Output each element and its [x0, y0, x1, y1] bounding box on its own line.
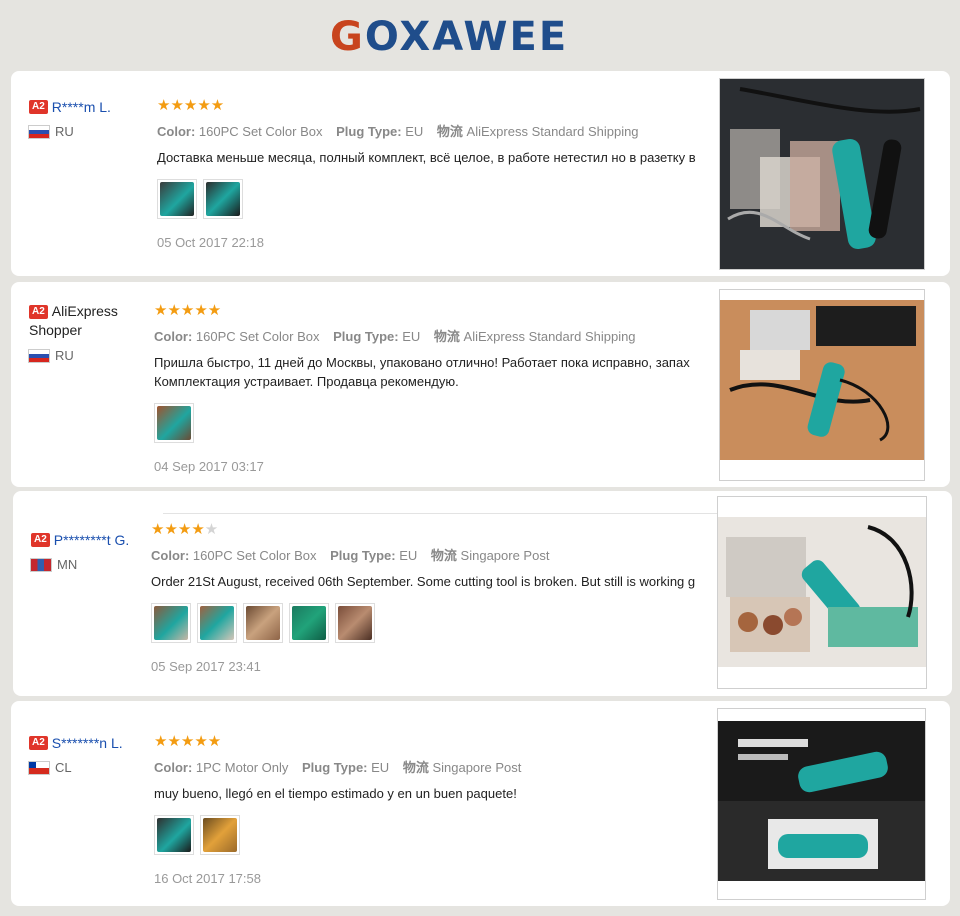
review-content: ★★★★★ Color: 160PC Set Color Box Plug Ty…: [151, 521, 712, 674]
review-photo-thumbnail[interactable]: [197, 603, 237, 643]
review-thumbnails: [151, 603, 712, 643]
order-info: Color: 1PC Motor Only Plug Type: EU 物流 S…: [154, 757, 710, 776]
grinder-kit-photo-icon: [720, 79, 924, 269]
plug-value: EU: [371, 760, 390, 775]
shipping-label: 物流: [436, 124, 463, 139]
star-rating: ★★★★★: [154, 302, 222, 319]
review-photo-thumbnail[interactable]: [243, 603, 283, 643]
reviewer-name[interactable]: S*******n L.: [52, 735, 123, 751]
russia-flag-icon: [29, 125, 49, 138]
reviewer-info: A2 AliExpress Shopper RU: [29, 302, 129, 363]
review-photo-thumbnail[interactable]: [154, 815, 194, 855]
review-card: A2 AliExpress Shopper RU ★★★★★ Color: 160…: [11, 282, 950, 487]
review-content: ★★★★★ Color: 160PC Set Color Box Plug Ty…: [154, 302, 710, 474]
color-value: 160PC Set Color Box: [195, 329, 320, 344]
review-card: A2 S*******n L. CL ★★★★★ Color: 1PC Motor…: [11, 701, 950, 906]
reviewer-info: A2 R****m L. RU: [29, 98, 139, 139]
logo-first-letter: G: [330, 14, 365, 60]
review-photo-thumbnail[interactable]: [200, 815, 240, 855]
review-content: ★★★★★ Color: 1PC Motor Only Plug Type: E…: [154, 733, 710, 886]
plug-label: Plug Type:: [302, 760, 368, 775]
review-text: Пришла быстро, 11 дней до Москвы, упаков…: [154, 355, 690, 389]
chile-flag-icon: [29, 761, 49, 774]
review-text: Доставка меньше месяца, полный комплект,…: [157, 150, 696, 165]
review-thumbnails: [154, 403, 710, 443]
review-main-photo[interactable]: [719, 289, 925, 481]
order-info: Color: 160PC Set Color Box Plug Type: EU…: [157, 121, 710, 140]
reviewer-country: RU: [29, 124, 139, 139]
review-date: 05 Sep 2017 23:41: [151, 659, 261, 674]
card-divider: [163, 513, 732, 514]
plug-value: EU: [405, 124, 424, 139]
country-code: CL: [55, 760, 72, 775]
star-rating: ★★★★★: [157, 97, 225, 114]
star-rating: ★★★★★: [151, 521, 219, 538]
review-content: ★★★★★ Color: 160PC Set Color Box Plug Ty…: [157, 97, 710, 250]
mongolia-flag-icon: [31, 558, 51, 571]
review-photo-thumbnail[interactable]: [203, 179, 243, 219]
reviewer-name[interactable]: R****m L.: [52, 99, 111, 115]
logo-text: OXAWEE: [364, 14, 569, 60]
review-photo-thumbnail[interactable]: [154, 403, 194, 443]
review-date: 05 Oct 2017 22:18: [157, 235, 264, 250]
review-date: 04 Sep 2017 03:17: [154, 459, 264, 474]
buyer-level-badge: A2: [31, 532, 50, 547]
plug-label: Plug Type:: [333, 329, 399, 344]
color-value: 160PC Set Color Box: [198, 124, 323, 139]
review-main-photo[interactable]: [717, 708, 926, 900]
order-info: Color: 160PC Set Color Box Plug Type: EU…: [151, 545, 712, 564]
review-photo-thumbnail[interactable]: [157, 179, 197, 219]
grinder-on-table-photo-icon: [720, 290, 924, 480]
review-photo-thumbnail[interactable]: [151, 603, 191, 643]
reviewer-info: A2 P********t G. MN: [31, 531, 141, 572]
review-text: Order 21St August, received 06th Septemb…: [151, 574, 696, 589]
color-value: 160PC Set Color Box: [192, 548, 317, 563]
reviewer-name[interactable]: P********t G.: [54, 532, 129, 548]
color-value: 1PC Motor Only: [195, 760, 289, 775]
plug-label: Plug Type:: [330, 548, 396, 563]
grinder-accessories-photo-icon: [718, 497, 926, 688]
brand-logo: G OXAWEE: [330, 14, 568, 60]
country-code: MN: [57, 557, 78, 572]
color-label: Color:: [157, 124, 196, 139]
shipping-label: 物流: [430, 548, 457, 563]
review-card: A2 P********t G. MN ★★★★★ Color: 160PC Se…: [13, 491, 952, 696]
review-photo-thumbnail[interactable]: [335, 603, 375, 643]
color-label: Color:: [151, 548, 190, 563]
plug-label: Plug Type:: [336, 124, 402, 139]
review-text: muy bueno, llegó en el tiempo estimado y…: [154, 786, 517, 801]
review-thumbnails: [154, 815, 710, 855]
plug-value: EU: [399, 548, 418, 563]
review-photo-thumbnail[interactable]: [289, 603, 329, 643]
reviewer-country: MN: [31, 557, 141, 572]
buyer-level-badge: A2: [29, 99, 48, 114]
shipping-value: Singapore Post: [432, 760, 522, 775]
country-code: RU: [55, 124, 74, 139]
buyer-level-badge: A2: [29, 735, 48, 750]
color-label: Color:: [154, 329, 193, 344]
empty-star-icon: ★: [204, 521, 219, 538]
shipping-value: Singapore Post: [460, 548, 550, 563]
review-main-photo[interactable]: [717, 496, 927, 689]
review-main-photo[interactable]: [719, 78, 925, 270]
color-label: Color:: [154, 760, 193, 775]
country-code: RU: [55, 348, 74, 363]
shipping-label: 物流: [433, 329, 460, 344]
review-date: 16 Oct 2017 17:58: [154, 871, 261, 886]
grinder-box-photo-icon: [718, 709, 925, 899]
buyer-level-badge: A2: [29, 304, 48, 319]
review-card: A2 R****m L. RU ★★★★★ Color: 160PC Set Co…: [11, 71, 950, 276]
shipping-value: AliExpress Standard Shipping: [466, 124, 639, 139]
russia-flag-icon: [29, 349, 49, 362]
star-rating: ★★★★★: [154, 733, 222, 750]
reviewer-info: A2 S*******n L. CL: [29, 734, 139, 775]
review-thumbnails: [157, 179, 710, 219]
reviewer-country: CL: [29, 760, 139, 775]
reviewer-country: RU: [29, 348, 129, 363]
plug-value: EU: [402, 329, 421, 344]
shipping-value: AliExpress Standard Shipping: [463, 329, 636, 344]
order-info: Color: 160PC Set Color Box Plug Type: EU…: [154, 326, 710, 345]
shipping-label: 物流: [402, 760, 429, 775]
